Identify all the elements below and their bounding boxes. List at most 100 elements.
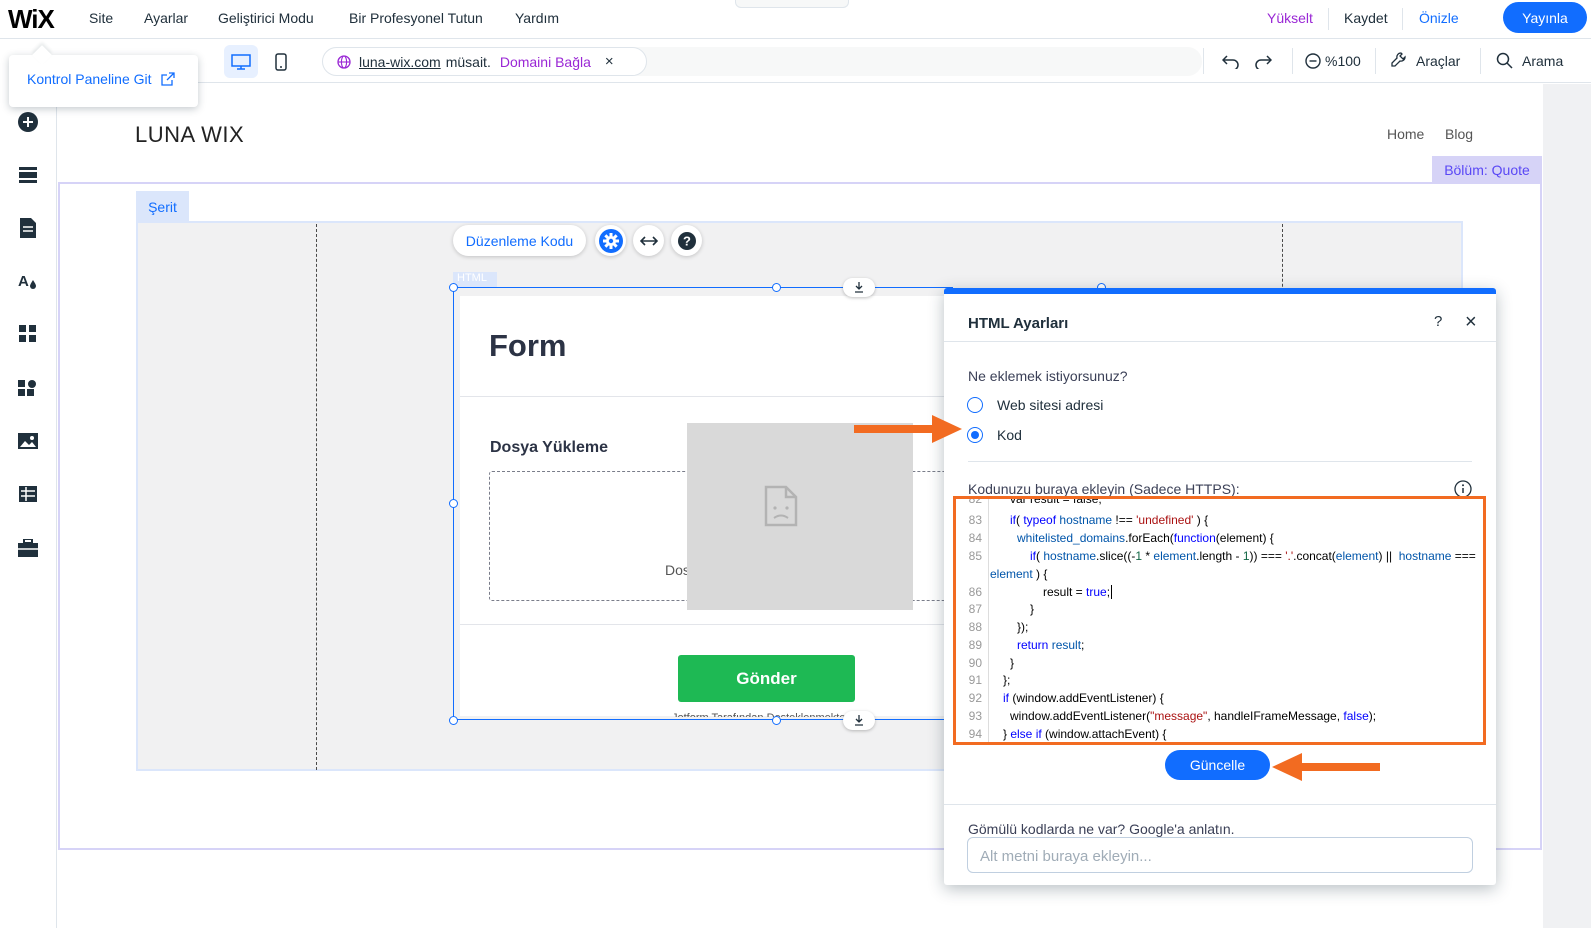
menu-hire-pro[interactable]: Bir Profesyonel Tutun <box>349 10 483 26</box>
anchor-down-icon[interactable] <box>843 278 875 297</box>
code-line: element ) { <box>990 567 1048 581</box>
mobile-view-button[interactable] <box>264 45 298 78</box>
svg-text:?: ? <box>683 233 691 248</box>
divider <box>968 461 1472 462</box>
strip-label[interactable]: Şerit <box>136 191 189 222</box>
media-icon[interactable] <box>17 430 39 452</box>
code-line: } else if (window.attachEvent) { <box>1003 727 1167 741</box>
resize-handle[interactable] <box>772 283 781 292</box>
line-number: 90 <box>968 656 982 670</box>
search-button[interactable]: Arama <box>1522 53 1563 69</box>
dialog-help-icon[interactable]: ? <box>1434 313 1442 330</box>
resize-handle[interactable] <box>449 499 458 508</box>
site-title[interactable]: LUNA WIX <box>135 122 244 148</box>
site-nav-home[interactable]: Home <box>1387 126 1424 142</box>
top-bar: WiX Site Ayarlar Geliştirici Modu Bir Pr… <box>0 0 1591 39</box>
submit-button[interactable]: Gönder <box>678 655 855 702</box>
menu-dev-mode[interactable]: Geliştirici Modu <box>218 10 314 26</box>
code-line: if( hostname.slice((-1 * element.length … <box>1030 549 1476 563</box>
undo-icon[interactable] <box>1221 53 1240 74</box>
code-line: if( typeof hostname !== 'undefined' ) { <box>1010 513 1209 527</box>
dashboard-link[interactable]: Kontrol Paneline Git <box>27 71 152 87</box>
menu-help[interactable]: Yardım <box>515 10 559 26</box>
add-elements-icon[interactable] <box>17 111 39 133</box>
code-editor[interactable]: 82 var result = false; 83 if( typeof hos… <box>953 496 1486 745</box>
line-number: 87 <box>968 602 982 616</box>
business-apps-icon[interactable] <box>17 377 39 399</box>
center-tab-handle[interactable] <box>735 0 849 8</box>
site-nav-blog[interactable]: Blog <box>1445 126 1473 142</box>
line-number: 89 <box>968 638 982 652</box>
preview-button[interactable]: Önizle <box>1419 10 1459 26</box>
settings-gear-icon[interactable] <box>595 225 626 256</box>
divider <box>1375 48 1376 74</box>
line-number: 94 <box>968 727 982 741</box>
stretch-icon[interactable] <box>633 225 664 256</box>
code-line: }; <box>1003 673 1011 687</box>
form-footer: Jotform Tarafından Desteklenmektedir <box>672 712 858 717</box>
resize-handle[interactable] <box>449 716 458 725</box>
menu-site[interactable]: Site <box>89 10 113 26</box>
globe-icon <box>337 54 351 69</box>
divider <box>1480 48 1481 74</box>
help-icon[interactable]: ? <box>671 225 702 256</box>
resize-handle[interactable] <box>772 716 781 725</box>
redo-icon[interactable] <box>1254 53 1273 74</box>
code-line: result = true; <box>1043 585 1113 599</box>
design-icon[interactable]: A <box>17 270 39 292</box>
code-line: }); <box>1017 620 1029 634</box>
broken-frame-placeholder <box>687 423 913 610</box>
line-number: 92 <box>968 691 982 705</box>
domain-name[interactable]: luna-wix.com <box>359 54 441 70</box>
alt-text-input[interactable]: Alt metni buraya ekleyin... <box>967 837 1473 873</box>
edit-code-button[interactable]: Düzenleme Kodu <box>453 225 586 256</box>
tools-icon[interactable] <box>1391 52 1408 74</box>
resize-handle[interactable] <box>449 283 458 292</box>
connect-domain-link[interactable]: Domaini Bağla <box>500 54 591 70</box>
domain-status: müsait. <box>445 53 491 70</box>
cms-icon[interactable] <box>17 483 39 505</box>
tools-button[interactable]: Araçlar <box>1416 53 1460 69</box>
upgrade-link[interactable]: Yükselt <box>1267 10 1313 26</box>
portfolio-icon[interactable] <box>17 537 39 559</box>
line-number: 88 <box>968 620 982 634</box>
save-button[interactable]: Kaydet <box>1344 10 1388 26</box>
line-number: 84 <box>968 531 982 545</box>
divider <box>1402 8 1403 30</box>
divider <box>460 396 950 397</box>
radio-website-address-label[interactable]: Web sitesi adresi <box>997 397 1103 413</box>
update-button[interactable]: Güncelle <box>1165 750 1270 780</box>
close-icon[interactable]: × <box>605 53 614 70</box>
zoom-out-icon[interactable] <box>1305 53 1321 74</box>
zoom-level[interactable]: %100 <box>1325 53 1361 69</box>
code-line: } <box>1030 602 1035 616</box>
search-icon[interactable] <box>1496 52 1513 74</box>
dialog-close-icon[interactable]: × <box>1465 311 1477 334</box>
wix-logo[interactable]: WiX <box>8 4 55 35</box>
anchor-down-icon[interactable] <box>843 711 875 730</box>
radio-code[interactable] <box>967 427 983 443</box>
domain-pill: luna-wix.com müsait. Domaini Bağla × <box>322 47 647 76</box>
radio-website-address[interactable] <box>967 397 983 413</box>
desktop-view-button[interactable] <box>224 45 258 78</box>
sections-icon[interactable] <box>17 164 39 186</box>
upload-label: Dosya Yükleme <box>490 439 608 456</box>
broken-document-icon <box>764 485 798 532</box>
divider <box>944 341 1496 342</box>
section-label[interactable]: Bölüm: Quote <box>1432 156 1542 183</box>
svg-text:A: A <box>18 273 29 290</box>
pages-icon[interactable] <box>17 217 39 239</box>
radio-code-label[interactable]: Kod <box>997 427 1022 443</box>
left-toolbar: A <box>0 83 57 928</box>
menu-settings[interactable]: Ayarlar <box>144 10 188 26</box>
line-number: 86 <box>968 585 982 599</box>
line-number: 82 <box>968 496 982 506</box>
divider <box>460 624 950 625</box>
publish-button[interactable]: Yayınla <box>1503 2 1587 33</box>
divider <box>944 804 1496 805</box>
dashboard-popup[interactable]: Kontrol Paneline Git <box>9 55 198 107</box>
apps-icon[interactable] <box>17 323 39 345</box>
divider <box>1292 48 1293 74</box>
code-line: if (window.addEventListener) { <box>1003 691 1164 705</box>
dialog-title: HTML Ayarları <box>968 315 1069 332</box>
